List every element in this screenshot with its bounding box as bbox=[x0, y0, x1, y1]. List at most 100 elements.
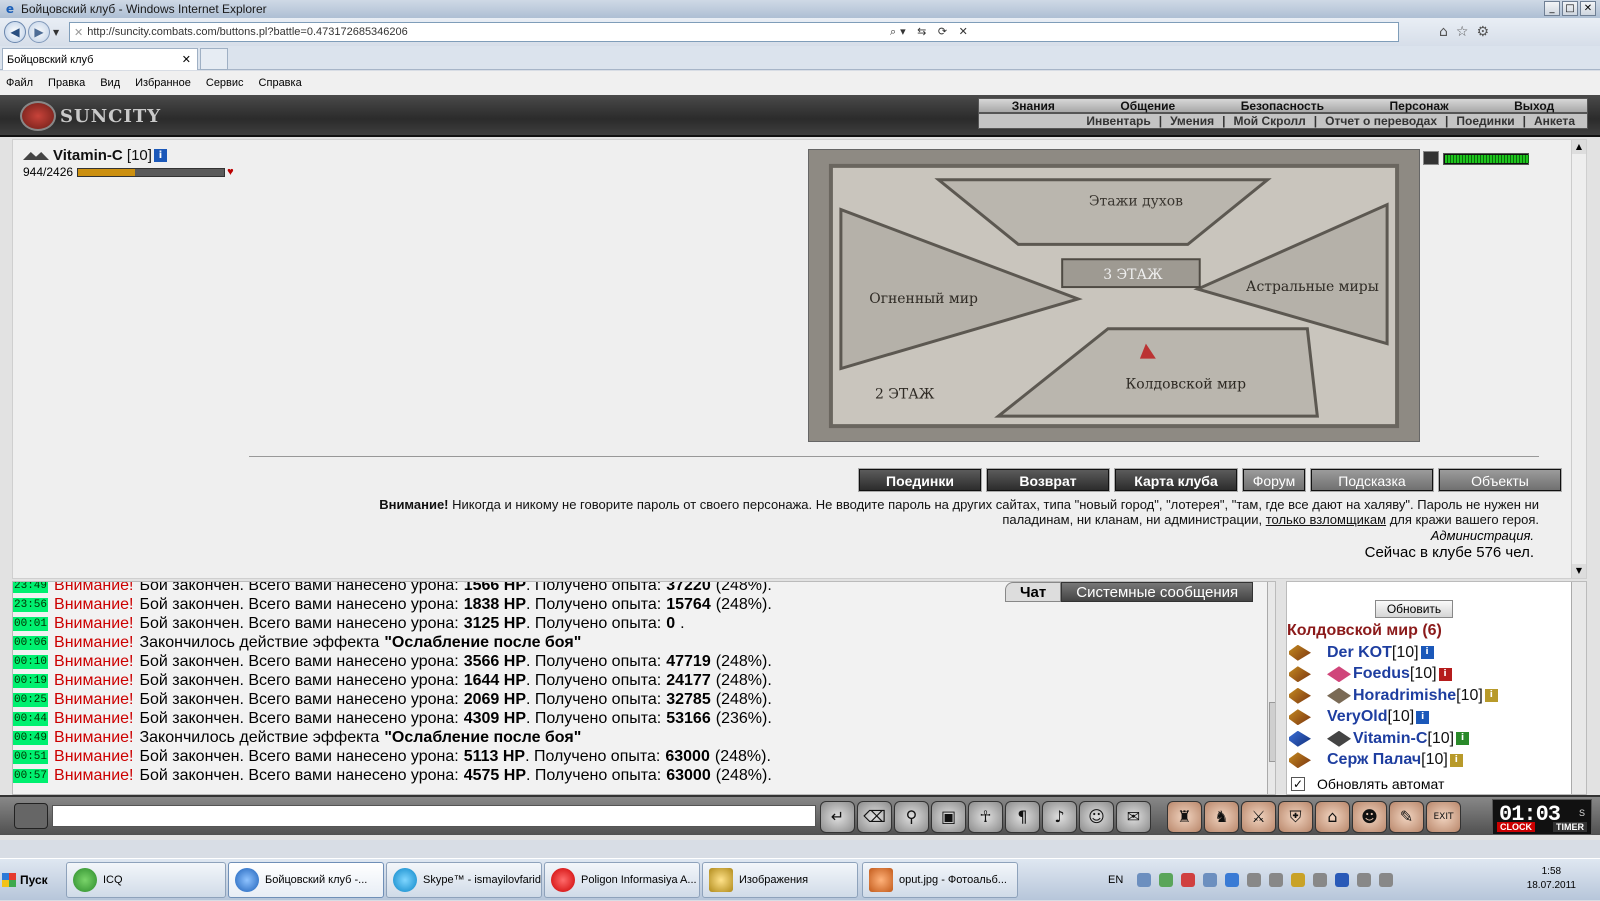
tray-clock[interactable]: 1:58 18.07.2011 bbox=[1527, 865, 1576, 893]
user-info-icon[interactable]: i bbox=[1456, 732, 1470, 746]
menu-help[interactable]: Справка bbox=[259, 77, 302, 89]
club-map-button[interactable]: Карта клуба bbox=[1114, 468, 1238, 492]
return-button[interactable]: Возврат bbox=[986, 468, 1110, 492]
shop-icon[interactable]: ⌂ bbox=[1315, 801, 1350, 833]
maximize-button[interactable]: □ bbox=[1562, 1, 1578, 16]
close-window-button[interactable]: ✕ bbox=[1580, 1, 1596, 16]
map-label-astral-worlds[interactable]: Астральные миры bbox=[1246, 279, 1379, 295]
nav-my-scroll[interactable]: Мой Скролл bbox=[1229, 114, 1309, 128]
tray-icon-9[interactable] bbox=[1313, 873, 1328, 887]
chat-timestamp[interactable]: 00:44 bbox=[13, 711, 49, 726]
tray-icon-1[interactable] bbox=[1137, 873, 1152, 887]
menu-view[interactable]: Вид bbox=[100, 77, 120, 89]
task-opera[interactable]: Poligon Informasiya A... bbox=[544, 862, 700, 898]
private-message-icon[interactable] bbox=[1289, 752, 1311, 769]
chat-timestamp[interactable]: 00:01 bbox=[13, 616, 49, 631]
tray-icon-4[interactable] bbox=[1203, 873, 1218, 887]
user-name[interactable]: Horadrimishe bbox=[1353, 687, 1456, 705]
task-photo[interactable]: oput.jpg - Фотоальб... bbox=[862, 862, 1018, 898]
nav-character[interactable]: Персонаж bbox=[1390, 99, 1449, 113]
forward-button[interactable]: ▶ bbox=[28, 21, 50, 43]
user-info-icon[interactable]: i bbox=[1449, 753, 1463, 767]
nav-exit[interactable]: Выход bbox=[1514, 99, 1554, 113]
chat-timestamp[interactable]: 00:10 bbox=[13, 654, 49, 669]
friends-icon[interactable]: ☻ bbox=[1352, 801, 1387, 833]
address-tools[interactable]: ⌕▾ ⇆ ⟳ ✕ bbox=[890, 25, 1394, 39]
user-info-icon[interactable]: i bbox=[1416, 710, 1430, 724]
user-row[interactable]: Horadrimishe [10] i bbox=[1289, 685, 1498, 707]
nav-security[interactable]: Безопасность bbox=[1241, 99, 1324, 113]
filter-icon[interactable]: ⚲ bbox=[894, 801, 929, 833]
user-name[interactable]: VeryOld bbox=[1327, 708, 1387, 726]
map-label-floor-2[interactable]: 2 ЭТАЖ bbox=[875, 386, 935, 402]
send-icon[interactable]: ↵ bbox=[820, 801, 855, 833]
clear-icon[interactable]: ⌫ bbox=[857, 801, 892, 833]
chat-input[interactable] bbox=[52, 805, 816, 827]
duels-button[interactable]: Поединки bbox=[858, 468, 982, 492]
bluetooth-icon[interactable] bbox=[1335, 873, 1350, 887]
character-icon[interactable]: ☥ bbox=[968, 801, 1003, 833]
user-row[interactable]: Vitamin-C [10] i bbox=[1289, 728, 1498, 750]
tray-icon-2[interactable] bbox=[1159, 873, 1174, 887]
close-tab-icon[interactable]: ✕ bbox=[182, 53, 191, 66]
user-name[interactable]: Foedus bbox=[1353, 665, 1410, 683]
volume-icon[interactable] bbox=[1379, 873, 1394, 887]
private-message-icon[interactable] bbox=[1289, 644, 1311, 661]
back-button[interactable]: ◀ bbox=[4, 21, 26, 43]
new-tab-button[interactable] bbox=[200, 48, 228, 70]
favorites-icon[interactable]: ☆ bbox=[1456, 24, 1469, 40]
map-label-floor-3[interactable]: 3 ЭТАЖ bbox=[1103, 267, 1163, 283]
chat-timestamp[interactable]: 00:19 bbox=[13, 673, 49, 688]
minimize-button[interactable]: _ bbox=[1544, 1, 1560, 16]
user-info-icon[interactable]: i bbox=[1438, 667, 1452, 681]
start-button[interactable]: Пуск bbox=[2, 863, 52, 897]
quest-icon[interactable]: ♞ bbox=[1204, 801, 1239, 833]
chat-timestamp[interactable]: 00:57 bbox=[13, 768, 49, 783]
map-label-spirit-floors[interactable]: Этажи духов bbox=[1089, 194, 1183, 210]
network-icon[interactable] bbox=[1357, 873, 1372, 887]
user-row[interactable]: Der KOT [10] i bbox=[1289, 642, 1498, 664]
nav-inventory[interactable]: Инвентарь bbox=[1082, 114, 1154, 128]
user-info-icon[interactable]: i bbox=[1420, 646, 1434, 660]
auto-refresh-checkbox[interactable]: ✓ bbox=[1291, 777, 1305, 791]
tray-icon-6[interactable] bbox=[1247, 873, 1262, 887]
tab-chat[interactable]: Чат bbox=[1005, 582, 1062, 602]
translit-icon[interactable]: ¶ bbox=[1005, 801, 1040, 833]
settings-gear-icon[interactable]: ⚙ bbox=[1476, 24, 1489, 40]
smiles-icon[interactable]: ☺ bbox=[1079, 801, 1114, 833]
objects-button[interactable]: Объекты bbox=[1438, 468, 1562, 492]
address-input[interactable]: ✕ http://suncity.combats.com/buttons.pl?… bbox=[69, 22, 1399, 42]
private-message-icon[interactable] bbox=[1289, 687, 1311, 704]
tray-icon-5[interactable] bbox=[1225, 873, 1240, 887]
user-info-icon[interactable]: i bbox=[1484, 689, 1498, 703]
tray-icon-8[interactable] bbox=[1291, 873, 1306, 887]
chat-scrollbar[interactable] bbox=[1267, 582, 1275, 794]
chat-timestamp[interactable]: 23:49 bbox=[13, 582, 49, 593]
sound-icon[interactable]: ♪ bbox=[1042, 801, 1077, 833]
timer-button[interactable]: TIMER bbox=[1553, 822, 1587, 832]
nav-communication[interactable]: Общение bbox=[1120, 99, 1175, 113]
chat-options-icon[interactable] bbox=[14, 803, 48, 829]
nav-duels[interactable]: Поединки bbox=[1452, 114, 1518, 128]
hackers-link[interactable]: только взломщикам bbox=[1266, 512, 1386, 527]
nav-skills[interactable]: Умения bbox=[1166, 114, 1218, 128]
private-message-icon[interactable] bbox=[1289, 666, 1311, 683]
chat-timestamp[interactable]: 00:49 bbox=[13, 730, 49, 745]
user-row[interactable]: Серж Палач [10] i bbox=[1289, 750, 1498, 772]
hint-button[interactable]: Подсказка bbox=[1310, 468, 1434, 492]
nav-profile[interactable]: Анкета bbox=[1530, 114, 1579, 128]
save-icon[interactable]: ▣ bbox=[931, 801, 966, 833]
clock-button[interactable]: CLOCK bbox=[1497, 822, 1535, 832]
scroll-up-icon[interactable]: ▲ bbox=[1572, 140, 1586, 154]
menu-tools[interactable]: Сервис bbox=[206, 77, 244, 89]
chat-timestamp[interactable]: 00:06 bbox=[13, 635, 49, 650]
clan-icon[interactable]: ♜ bbox=[1167, 801, 1202, 833]
chat-mode-icon[interactable]: ✉ bbox=[1116, 801, 1151, 833]
user-row[interactable]: Foedus [10] i bbox=[1289, 664, 1498, 686]
users-scrollbar[interactable] bbox=[1571, 582, 1586, 794]
main-scrollbar[interactable]: ▲ ▼ bbox=[1571, 140, 1586, 578]
user-name[interactable]: Vitamin-C bbox=[1353, 730, 1427, 748]
inventory-icon[interactable]: ⚔ bbox=[1241, 801, 1276, 833]
menu-favorites[interactable]: Избранное bbox=[135, 77, 191, 89]
chat-scroll-thumb[interactable] bbox=[1269, 702, 1275, 762]
